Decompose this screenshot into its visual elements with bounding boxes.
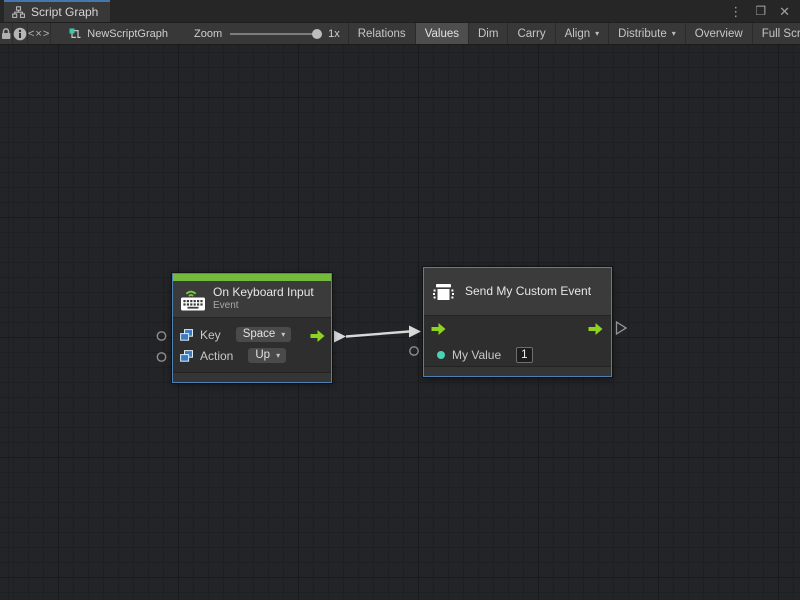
code-preview-icon: <×> bbox=[28, 28, 50, 40]
port-row-action: Action Up ▾ bbox=[173, 345, 331, 366]
align-dropdown-button[interactable]: Align▾ bbox=[555, 23, 609, 44]
value-input-icon bbox=[180, 329, 193, 341]
port-label-key: Key bbox=[200, 328, 221, 342]
node-footer bbox=[424, 366, 611, 376]
tab-script-graph[interactable]: Script Graph bbox=[4, 0, 110, 22]
control-input-port[interactable] bbox=[431, 323, 446, 335]
graph-asset[interactable]: NewScriptGraph bbox=[69, 23, 168, 44]
graph-canvas[interactable]: On Keyboard Input Event Key Space ▾ bbox=[0, 45, 800, 600]
node-on-keyboard-input[interactable]: On Keyboard Input Event Key Space ▾ bbox=[172, 273, 332, 383]
graph-asset-name: NewScriptGraph bbox=[87, 28, 168, 40]
key-dropdown[interactable]: Space ▾ bbox=[236, 327, 292, 342]
window-controls: ⋮ ❐ ✕ bbox=[729, 0, 800, 22]
zoom-slider-track bbox=[230, 33, 322, 35]
node-body: My Value 1 bbox=[424, 316, 611, 365]
control-output-port-triangle[interactable] bbox=[617, 322, 627, 334]
graph-hierarchy-icon bbox=[12, 6, 25, 18]
node-title: On Keyboard Input bbox=[213, 286, 314, 300]
green-arrow-icon bbox=[588, 323, 603, 335]
values-button[interactable]: Values bbox=[415, 23, 468, 44]
control-output-port[interactable] bbox=[588, 323, 603, 335]
action-input-port[interactable] bbox=[157, 353, 165, 361]
my-value-input[interactable]: 1 bbox=[516, 347, 532, 363]
lock-button[interactable] bbox=[0, 23, 13, 44]
control-connection[interactable] bbox=[334, 326, 421, 343]
action-dropdown[interactable]: Up ▾ bbox=[248, 348, 286, 363]
chevron-down-icon: ▾ bbox=[672, 29, 676, 38]
overview-button[interactable]: Overview bbox=[685, 23, 752, 44]
event-indicator-bar bbox=[173, 274, 331, 281]
node-header: Send My Custom Event bbox=[424, 268, 611, 316]
green-arrow-icon bbox=[310, 330, 325, 342]
port-label-action: Action bbox=[200, 349, 233, 363]
chevron-down-icon: ▾ bbox=[276, 351, 280, 360]
control-flow-row bbox=[424, 322, 611, 344]
titlebar: Script Graph ⋮ ❐ ✕ bbox=[0, 0, 800, 22]
keyboard-icon bbox=[180, 288, 206, 311]
node-send-my-custom-event[interactable]: Send My Custom Event My Value 1 bbox=[423, 267, 612, 377]
script-graph-asset-icon bbox=[69, 28, 81, 40]
port-row-my-value: My Value 1 bbox=[424, 344, 611, 365]
node-header: On Keyboard Input Event bbox=[173, 281, 331, 318]
port-row-key: Key Space ▾ bbox=[173, 324, 331, 345]
close-icon[interactable]: ✕ bbox=[779, 5, 790, 18]
node-title: Send My Custom Event bbox=[465, 285, 591, 299]
node-footer bbox=[173, 372, 331, 382]
my-value-input-port[interactable] bbox=[410, 347, 418, 355]
zoom-label: Zoom bbox=[194, 28, 222, 40]
toolbar-buttons: Relations Values Dim Carry Align▾ Distri… bbox=[348, 23, 800, 44]
script-graph-window: Script Graph ⋮ ❐ ✕ <×> bbox=[0, 0, 800, 600]
zoom-slider[interactable] bbox=[230, 28, 322, 40]
code-preview-button[interactable]: <×> bbox=[28, 23, 51, 44]
maximize-icon[interactable]: ❐ bbox=[755, 5, 766, 17]
chevron-down-icon: ▾ bbox=[281, 330, 285, 339]
value-port-dot bbox=[437, 351, 445, 359]
zoom-control: Zoom 1x bbox=[194, 23, 340, 44]
tab-title: Script Graph bbox=[31, 5, 98, 19]
window-menu-icon[interactable]: ⋮ bbox=[729, 5, 742, 18]
green-arrow-icon bbox=[431, 323, 446, 335]
port-label-my-value: My Value bbox=[452, 348, 501, 362]
wires-layer bbox=[0, 45, 800, 600]
info-button[interactable] bbox=[13, 23, 28, 44]
zoom-slider-handle[interactable] bbox=[312, 29, 322, 39]
carry-button[interactable]: Carry bbox=[507, 23, 554, 44]
custom-event-icon bbox=[431, 280, 457, 304]
dim-button[interactable]: Dim bbox=[468, 23, 507, 44]
lock-icon bbox=[0, 27, 12, 40]
relations-button[interactable]: Relations bbox=[348, 23, 415, 44]
full-screen-button[interactable]: Full Screen bbox=[752, 23, 800, 44]
zoom-value: 1x bbox=[328, 28, 340, 40]
chevron-down-icon: ▾ bbox=[595, 29, 599, 38]
node-subtitle: Event bbox=[213, 300, 314, 312]
value-input-icon bbox=[180, 350, 193, 362]
distribute-dropdown-button[interactable]: Distribute▾ bbox=[608, 23, 685, 44]
toolbar: <×> NewScriptGraph Zoom 1x Relations Val… bbox=[0, 22, 800, 45]
control-output-port[interactable] bbox=[310, 330, 325, 342]
info-icon bbox=[13, 27, 27, 41]
node-body: Key Space ▾ Action Up ▾ bbox=[173, 318, 331, 366]
key-input-port[interactable] bbox=[157, 332, 165, 340]
